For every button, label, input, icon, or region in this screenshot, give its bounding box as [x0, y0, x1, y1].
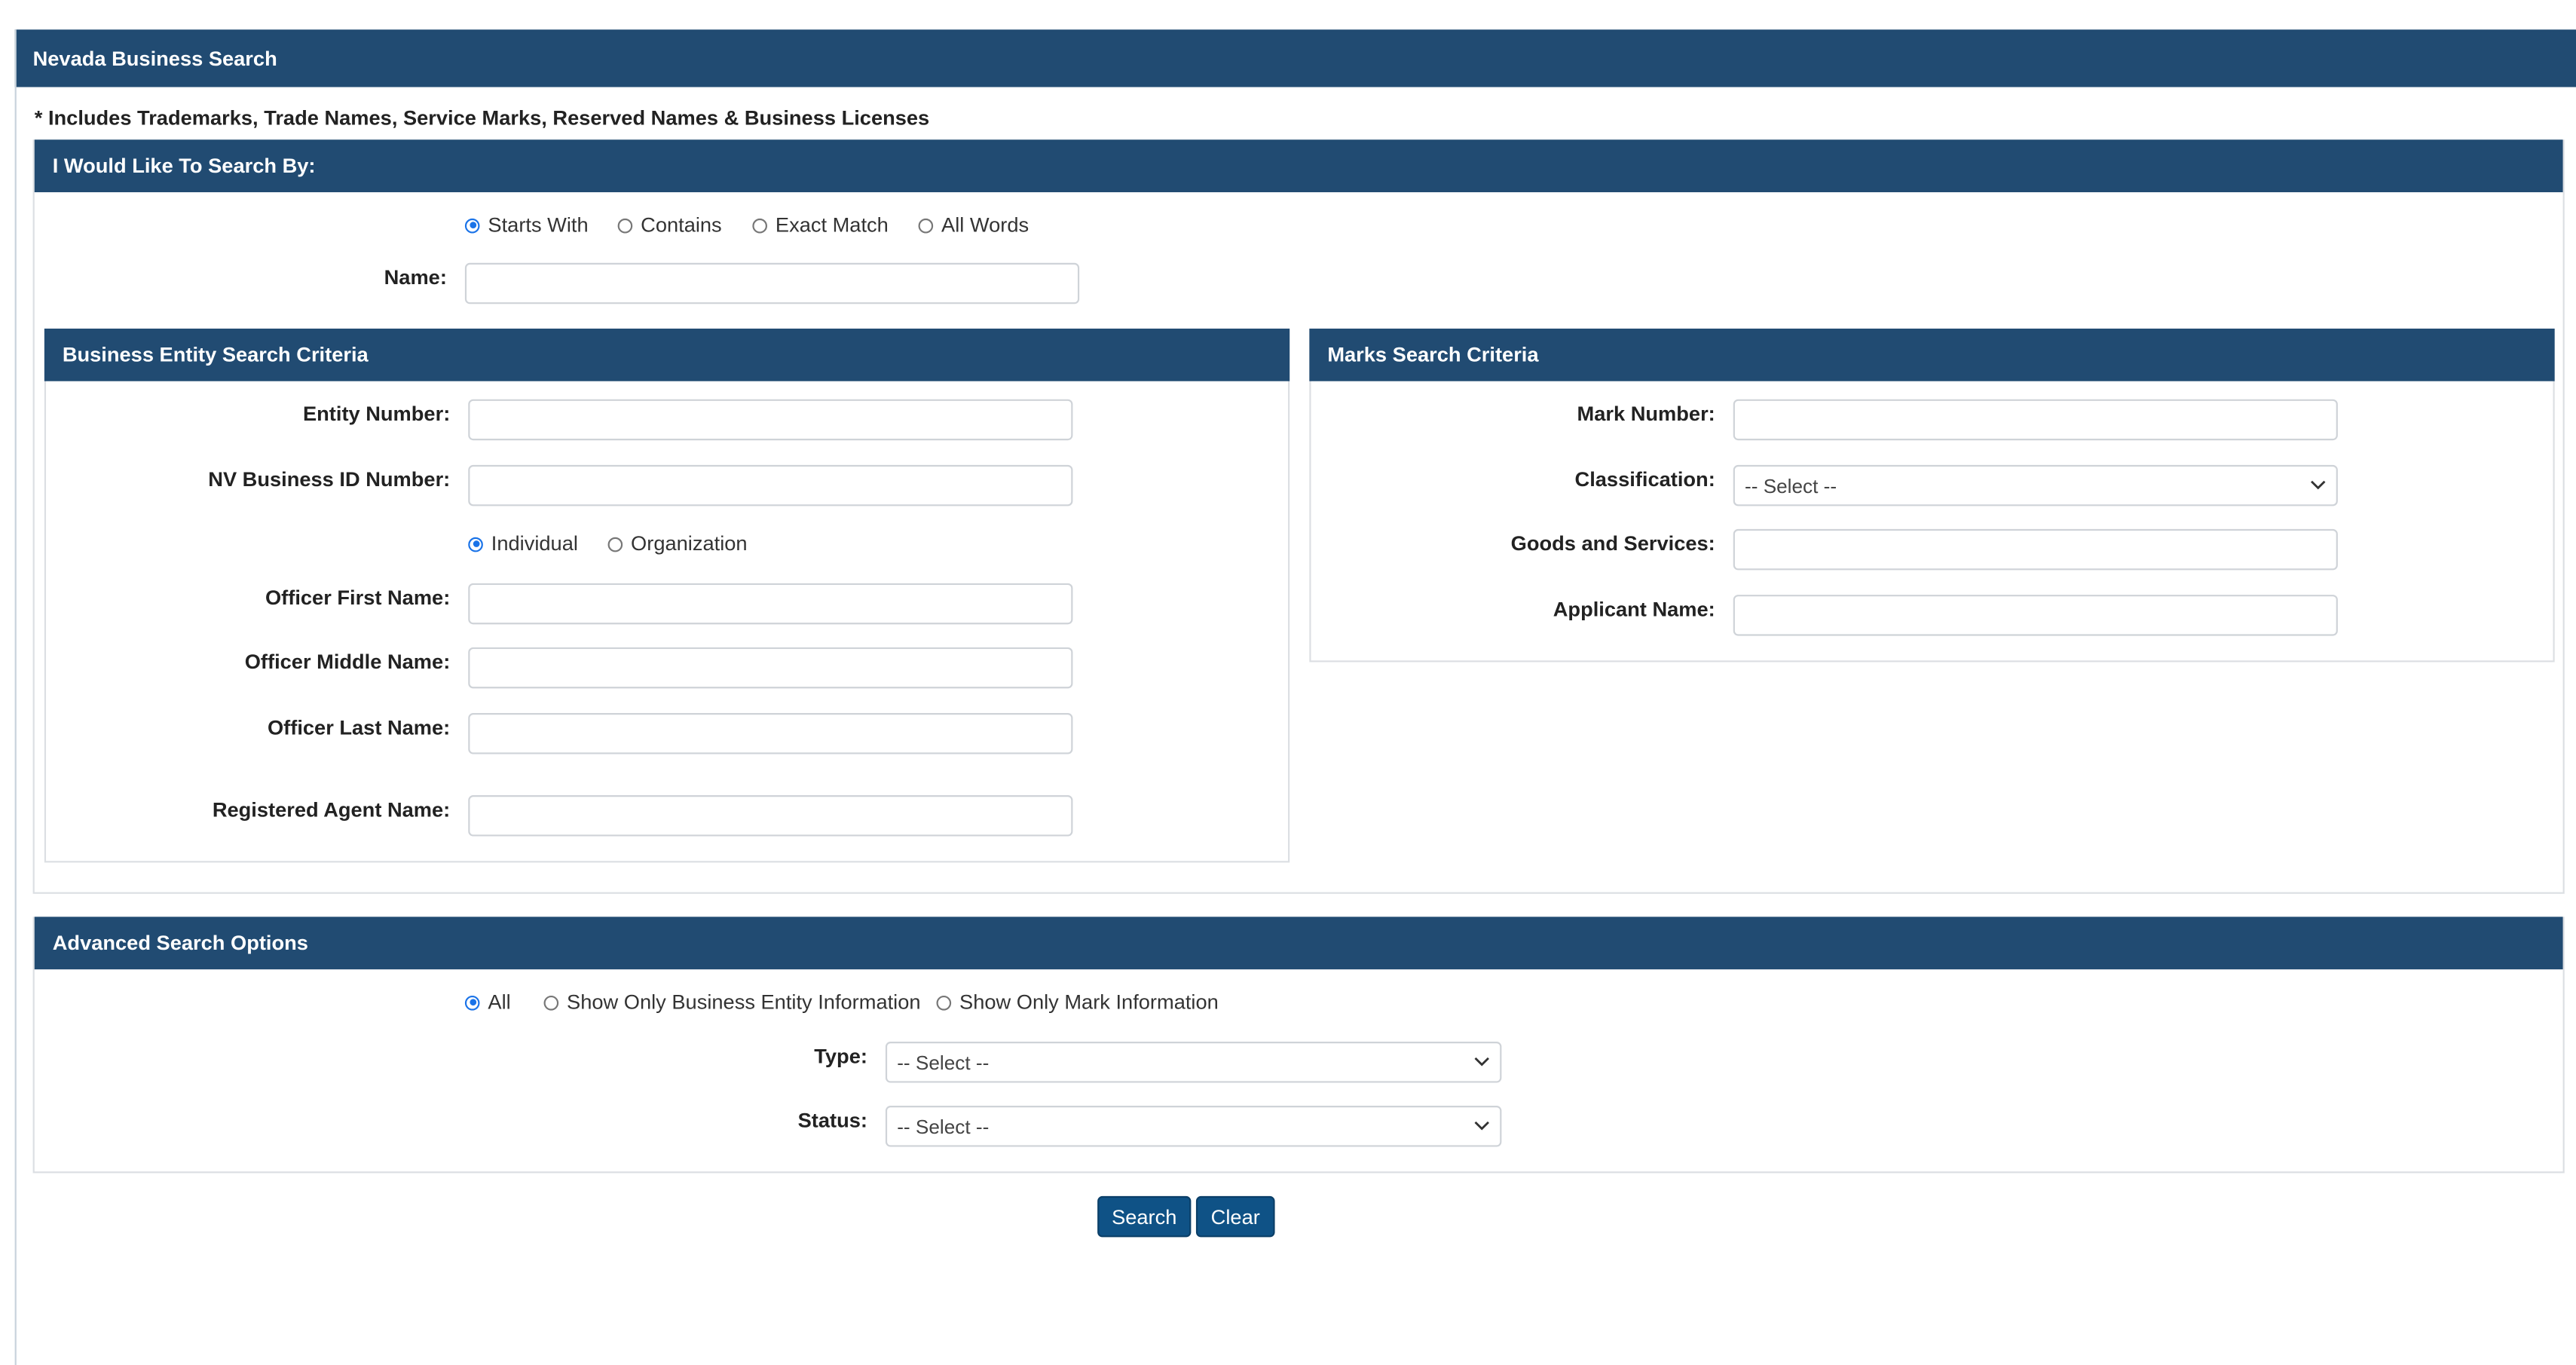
registered-agent-input[interactable]	[468, 795, 1073, 837]
chevron-down-icon	[2311, 480, 2326, 490]
entity-number-label: Entity Number:	[302, 402, 451, 426]
page: Nevada Business Search * Includes Tradem…	[0, 0, 2576, 1365]
radio-empty-icon	[543, 994, 559, 1010]
applicant-name-input[interactable]	[1733, 595, 2338, 636]
radio-empty-icon	[617, 217, 633, 233]
goods-services-input[interactable]	[1733, 528, 2338, 571]
radio-starts-with[interactable]: Starts With	[464, 213, 589, 237]
search-button[interactable]: Search	[1097, 1195, 1192, 1238]
name-input[interactable]	[464, 262, 1080, 305]
entity-number-input[interactable]	[468, 399, 1073, 441]
name-label: Name:	[384, 266, 447, 289]
mark-number-input[interactable]	[1733, 399, 2338, 441]
radio-scope-business-entity[interactable]: Show Only Business Entity Information	[543, 990, 921, 1014]
classification-label: Classification:	[1574, 468, 1715, 491]
classification-select-value: -- Select --	[1745, 473, 1837, 497]
status-label: Status:	[797, 1109, 867, 1132]
goods-services-label: Goods and Services:	[1510, 532, 1715, 555]
clear-button[interactable]: Clear	[1195, 1195, 1275, 1238]
radio-organization[interactable]: Organization	[607, 532, 748, 555]
search-by-title: I Would Like To Search By:	[52, 154, 316, 178]
radio-exact-match[interactable]: Exact Match	[752, 213, 889, 237]
chevron-down-icon	[1474, 1121, 1489, 1131]
chevron-down-icon	[1474, 1057, 1489, 1067]
officer-last-name-label: Officer Last Name:	[267, 716, 451, 739]
officer-middle-name-label: Officer Middle Name:	[244, 650, 451, 674]
radio-contains[interactable]: Contains	[617, 213, 722, 237]
radio-empty-icon	[752, 217, 767, 233]
registered-agent-label: Registered Agent Name:	[212, 798, 451, 822]
type-select-value: -- Select --	[897, 1051, 990, 1074]
marks-header: Marks Search Criteria	[1309, 328, 2555, 381]
officer-first-name-label: Officer First Name:	[265, 586, 451, 610]
advanced-title: Advanced Search Options	[52, 931, 308, 955]
radio-empty-icon	[918, 217, 934, 233]
status-select[interactable]: -- Select --	[885, 1106, 1502, 1147]
mark-number-label: Mark Number:	[1577, 402, 1715, 426]
advanced-header: Advanced Search Options	[34, 917, 2563, 970]
marks-title: Marks Search Criteria	[1327, 343, 1539, 367]
radio-individual[interactable]: Individual	[468, 532, 578, 555]
status-select-value: -- Select --	[897, 1115, 990, 1138]
nv-business-id-input[interactable]	[468, 464, 1073, 507]
entity-title: Business Entity Search Criteria	[62, 343, 369, 367]
radio-scope-mark[interactable]: Show Only Mark Information	[936, 990, 1219, 1014]
officer-first-name-input[interactable]	[468, 583, 1073, 625]
entity-header: Business Entity Search Criteria	[44, 328, 1290, 381]
radio-selected-icon	[464, 994, 480, 1010]
radio-selected-icon	[468, 536, 483, 552]
officer-last-name-input[interactable]	[468, 713, 1073, 754]
nv-business-id-label: NV Business ID Number:	[208, 468, 451, 491]
applicant-name-label: Applicant Name:	[1553, 598, 1715, 621]
radio-empty-icon	[936, 994, 952, 1010]
officer-middle-name-input[interactable]	[468, 647, 1073, 689]
type-label: Type:	[814, 1045, 867, 1068]
search-by-header: I Would Like To Search By:	[34, 139, 2563, 193]
includes-note: * Includes Trademarks, Trade Names, Serv…	[34, 106, 930, 130]
radio-empty-icon	[607, 536, 623, 552]
radio-selected-icon	[464, 217, 480, 233]
type-select[interactable]: -- Select --	[885, 1042, 1502, 1083]
radio-scope-all[interactable]: All	[464, 990, 511, 1014]
radio-all-words[interactable]: All Words	[918, 213, 1029, 237]
classification-select[interactable]: -- Select --	[1733, 464, 2338, 507]
